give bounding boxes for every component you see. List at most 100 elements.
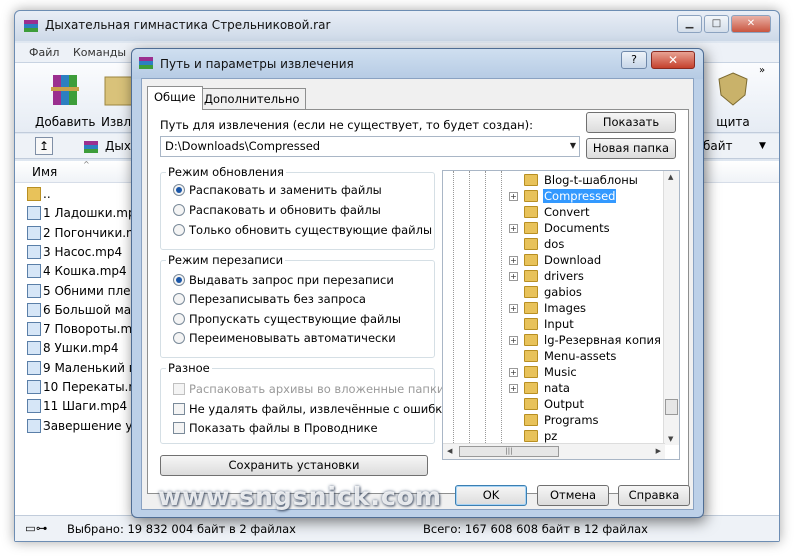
dialog-close-button[interactable]: ✕ xyxy=(651,51,695,69)
file-row[interactable]: 2 Погончики.m xyxy=(27,225,138,245)
tree-folder-item[interactable]: Programs xyxy=(443,413,665,429)
check-keep-broken[interactable]: Не удалять файлы, извлечённые с ошибками xyxy=(173,402,465,416)
radio-extract-replace[interactable]: Распаковать и заменить файлы xyxy=(173,183,382,197)
radio-skip-existing[interactable]: Пропускать существующие файлы xyxy=(173,312,401,326)
file-name: 6 Большой мая xyxy=(43,302,139,317)
expand-icon[interactable]: + xyxy=(509,336,518,345)
radio-indicator[interactable] xyxy=(173,313,185,325)
radio-fresh-only[interactable]: Только обновить существующие файлы xyxy=(173,223,432,237)
folder-icon xyxy=(524,270,538,282)
radio-indicator[interactable] xyxy=(173,204,185,216)
scroll-down-icon[interactable]: ▼ xyxy=(668,435,673,443)
tree-folder-item[interactable]: + nata xyxy=(443,381,665,397)
path-input[interactable]: D:\Downloads\Compressed ▼ xyxy=(160,136,580,157)
tree-folder-item[interactable]: + Music xyxy=(443,365,665,381)
expand-icon[interactable]: + xyxy=(509,304,518,313)
file-row[interactable]: 3 Насос.mp4 xyxy=(27,244,122,264)
tree-folder-item[interactable]: + Documents xyxy=(443,221,665,237)
scroll-up-icon[interactable]: ▲ xyxy=(668,173,673,181)
tab-general[interactable]: Общие xyxy=(147,86,203,110)
radio-extract-update[interactable]: Распаковать и обновить файлы xyxy=(173,203,381,217)
toolbar-overflow-icon[interactable]: » xyxy=(759,65,765,76)
maximize-button[interactable]: □ xyxy=(704,15,729,33)
dialog-body: Общие Дополнительно Путь для извлечения … xyxy=(141,78,694,510)
extract-button[interactable]: Извл xyxy=(99,69,133,129)
radio-indicator[interactable] xyxy=(173,332,185,344)
check-show-in-explorer[interactable]: Показать файлы в Проводнике xyxy=(173,421,378,435)
update-mode-group: Режим обновления Распаковать и заменить … xyxy=(160,165,435,250)
expand-icon[interactable]: + xyxy=(509,272,518,281)
radio-ask-overwrite[interactable]: Выдавать запрос при перезаписи xyxy=(173,273,394,287)
tree-folder-item[interactable]: + Compressed xyxy=(443,189,665,205)
option-label: Переименовывать автоматически xyxy=(189,331,396,345)
help-button[interactable]: ? xyxy=(621,51,647,69)
tree-folder-label: gabios xyxy=(544,285,582,299)
tree-folder-item[interactable]: dos xyxy=(443,237,665,253)
radio-rename-auto[interactable]: Переименовывать автоматически xyxy=(173,331,396,345)
protect-button[interactable]: щита xyxy=(703,69,763,129)
add-button[interactable]: Добавить xyxy=(35,69,95,129)
up-folder-button[interactable]: ↥ xyxy=(35,137,53,155)
tree-folder-item[interactable]: Input xyxy=(443,317,665,333)
protect-label: щита xyxy=(716,115,750,129)
scroll-thumb[interactable] xyxy=(665,399,678,415)
folder-tree[interactable]: Blog-t-шаблоны + Compressed Convert + Documen… xyxy=(442,170,680,460)
tree-folder-item[interactable]: Convert xyxy=(443,205,665,221)
ok-button[interactable]: OK xyxy=(455,485,527,506)
file-name: 5 Обними плеч xyxy=(43,283,138,298)
new-folder-button[interactable]: Новая папка xyxy=(586,138,676,159)
radio-overwrite-no-prompt[interactable]: Перезаписывать без запроса xyxy=(173,292,366,306)
tree-folder-item[interactable]: Menu-assets xyxy=(443,349,665,365)
file-row[interactable]: 5 Обними плеч xyxy=(27,283,138,303)
file-row[interactable]: 1 Ладошки.mp4 xyxy=(27,206,143,225)
help-text-button[interactable]: Справка xyxy=(618,485,690,506)
video-file-icon xyxy=(27,225,41,240)
checkbox-indicator[interactable] xyxy=(173,422,185,434)
file-row[interactable]: 6 Большой мая xyxy=(27,302,139,322)
tree-folder-item[interactable]: Output xyxy=(443,397,665,413)
menu-commands[interactable]: Команды xyxy=(73,46,126,59)
file-row[interactable]: 11 Шаги.mp4 xyxy=(27,399,127,418)
scroll-left-icon[interactable]: ◀ xyxy=(447,447,452,455)
tree-folder-item[interactable]: Blog-t-шаблоны xyxy=(443,173,665,189)
file-row[interactable]: 7 Повороты.mp xyxy=(27,322,140,341)
file-row[interactable]: 9 Маленький м xyxy=(27,360,138,380)
parent-folder-row[interactable]: .. xyxy=(27,187,51,206)
expand-icon[interactable]: + xyxy=(509,368,518,377)
tree-folder-label: Blog-t-шаблоны xyxy=(544,173,638,187)
file-row[interactable]: 10 Перекаты.m xyxy=(27,380,140,399)
chevron-down-icon[interactable]: ▼ xyxy=(570,141,576,150)
tree-vertical-scrollbar[interactable]: ▲ ▼ xyxy=(663,171,679,445)
address-dropdown-icon[interactable]: ▼ xyxy=(759,141,766,151)
video-file-icon xyxy=(27,380,41,394)
expand-icon[interactable]: + xyxy=(509,224,518,233)
folder-icon xyxy=(524,382,538,394)
tree-folder-item[interactable]: + lg-Резервная копия 03.0 xyxy=(443,333,679,349)
tree-folder-item[interactable]: gabios xyxy=(443,285,665,301)
tab-advanced[interactable]: Дополнительно xyxy=(197,88,307,109)
scroll-right-icon[interactable]: ▶ xyxy=(656,447,661,455)
extract-dialog: Путь и параметры извлечения ? ✕ Общие До… xyxy=(131,48,704,518)
menu-file[interactable]: Файл xyxy=(29,46,59,59)
file-row[interactable]: 8 Ушки.mp4 xyxy=(27,341,119,360)
show-button[interactable]: Показать xyxy=(586,112,676,133)
tree-folder-item[interactable]: + drivers xyxy=(443,269,665,285)
radio-indicator[interactable] xyxy=(173,293,185,305)
expand-icon[interactable]: + xyxy=(509,384,518,393)
expand-icon[interactable]: + xyxy=(509,192,518,201)
checkbox-indicator[interactable] xyxy=(173,403,185,415)
file-row[interactable]: 4 Кошка.mp4 xyxy=(27,264,127,283)
tree-folder-item[interactable]: + Download xyxy=(443,253,665,269)
expand-icon[interactable]: + xyxy=(509,256,518,265)
radio-indicator[interactable] xyxy=(173,274,185,286)
cancel-button[interactable]: Отмена xyxy=(537,485,609,506)
scroll-thumb[interactable]: ||| xyxy=(459,446,559,457)
radio-indicator[interactable] xyxy=(173,184,185,196)
save-settings-button[interactable]: Сохранить установки xyxy=(160,455,428,476)
minimize-button[interactable]: ▁ xyxy=(677,15,702,33)
file-row[interactable]: Завершение уп xyxy=(27,418,140,438)
tree-horizontal-scrollbar[interactable]: ◀ ||| ▶ xyxy=(443,443,665,459)
radio-indicator[interactable] xyxy=(173,224,185,236)
main-close-button[interactable]: ✕ xyxy=(731,15,771,33)
tree-folder-item[interactable]: + Images xyxy=(443,301,665,317)
